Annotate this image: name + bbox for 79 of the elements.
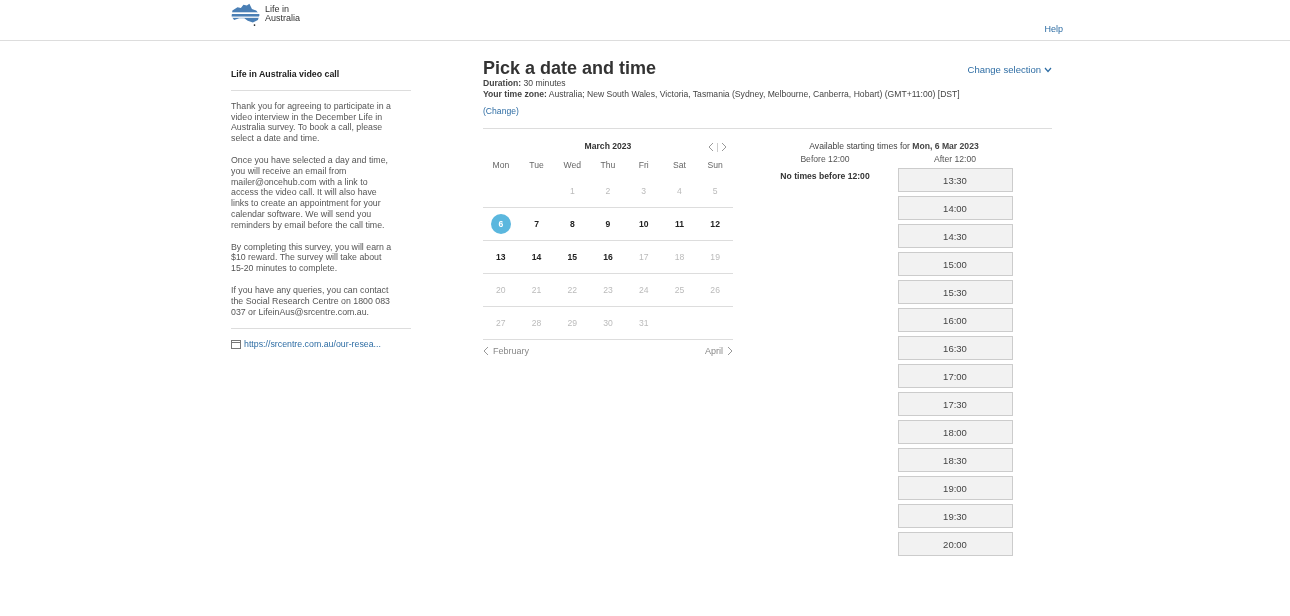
calendar-day: 23 [598, 280, 618, 300]
timezone-text: Your time zone: Australia; New South Wales, Victoria, Tasmania (Sydney, Melbourne, Canberra, Hobart) (GMT+11:00) [DST] [483, 89, 960, 100]
change-timezone-link[interactable]: (Change) [483, 106, 519, 116]
next-month-link[interactable]: April [705, 346, 733, 356]
sidebar-paragraph: If you have any queries, you can contact the Social Research Centre on 1800 083 037 or LifeinAus@srcentre.com.au. [231, 284, 391, 318]
chevron-down-icon [1044, 66, 1052, 73]
calendar-day[interactable]: 8 [562, 214, 583, 234]
times-heading: Available starting times for Mon, 6 Mar 2023 [808, 141, 980, 151]
calendar-day: 4 [669, 181, 690, 201]
calendar-day: 19 [705, 247, 726, 267]
time-slot-button[interactable]: 18:00 [897, 420, 1013, 444]
calendar-day: 2 [598, 181, 618, 201]
time-slot-button[interactable]: 15:30 [897, 280, 1013, 304]
calendar-day: 29 [562, 313, 583, 333]
calendar-day[interactable]: 14 [526, 247, 547, 267]
calendar-day: 22 [562, 280, 583, 300]
calendar-day: 26 [705, 280, 726, 300]
time-slot-button[interactable]: 16:30 [897, 336, 1013, 360]
time-slot-button[interactable]: 15:00 [897, 252, 1013, 276]
chevron-left-icon [483, 346, 489, 356]
previous-month-link[interactable]: February [483, 346, 529, 356]
calendar-day[interactable]: 16 [598, 247, 618, 267]
calendar-day[interactable]: 12 [705, 214, 726, 234]
sidebar-paragraph: Thank you for agreeing to participate in a video interview in the December Life in Australia survey. To book a call, please select a date and time. [231, 100, 392, 144]
website-link[interactable]: https://srcentre.com.au/our-resea... [244, 339, 381, 351]
calendar-day: 1 [562, 181, 583, 201]
calendar-day[interactable]: 13 [490, 247, 511, 267]
calendar-day: 25 [669, 280, 690, 300]
weekday-label: Sat [671, 160, 687, 170]
sidebar-title: Life in Australia video call [231, 69, 341, 80]
logo-text: Australia [265, 14, 300, 23]
calendar-day[interactable]: 9 [598, 214, 618, 234]
calendar-day: 27 [490, 313, 511, 333]
calendar-day: 28 [526, 313, 547, 333]
calendar-day: 30 [598, 313, 618, 333]
weekday-label: Wed [562, 160, 583, 170]
calendar-day: 21 [526, 280, 547, 300]
time-slot-button[interactable]: 20:00 [897, 532, 1013, 556]
sidebar-paragraph: Once you have selected a day and time, you will receive an email from mailer@oncehub.com with a link to access the video call. It will also have links to create an appointment for your calendar software. We will send you reminders by email before the call time. [231, 155, 389, 231]
weekday-label: Fri [637, 160, 650, 170]
previous-month-icon[interactable] [708, 142, 714, 152]
sidebar-paragraph: By completing this survey, you will earn a $10 reward. The survey will take about 15-20 minutes to complete. [231, 241, 393, 274]
chevron-right-icon [727, 346, 733, 356]
australia-map-logo-icon [229, 2, 263, 26]
time-slot-button[interactable]: 19:00 [897, 476, 1013, 500]
weekday-label: Tue [528, 160, 545, 170]
time-slot-button[interactable]: 18:30 [897, 448, 1013, 472]
calendar-day: 17 [633, 247, 654, 267]
month-title: March 2023 [584, 141, 632, 151]
duration-text: Duration: 30 minutes [483, 78, 567, 89]
column-label: After 12:00 [933, 154, 976, 164]
logo-text: Life in [265, 5, 291, 14]
calendar-day: 20 [490, 280, 511, 300]
time-slot-button[interactable]: 17:00 [897, 364, 1013, 388]
time-slot-button[interactable]: 13:30 [897, 168, 1013, 192]
weekday-label: Sun [706, 160, 724, 170]
weekday-label: Thu [599, 160, 617, 170]
calendar-day[interactable]: 15 [562, 247, 583, 267]
calendar-day: 3 [633, 181, 654, 201]
time-slot-button[interactable]: 14:30 [897, 224, 1013, 248]
help-link[interactable]: Help [1044, 24, 1063, 34]
time-slot-button[interactable]: 14:00 [897, 196, 1013, 220]
change-selection-link[interactable]: Change selection [967, 64, 1052, 75]
calendar-day[interactable]: 7 [526, 214, 547, 234]
time-slot-button[interactable]: 19:30 [897, 504, 1013, 528]
calendar-day: 18 [669, 247, 690, 267]
calendar-day[interactable]: 10 [633, 214, 654, 234]
no-times-message: No times before 12:00 [780, 171, 870, 181]
calendar-day: 24 [633, 280, 654, 300]
next-month-icon[interactable] [721, 142, 727, 152]
page-title: Pick a date and time [483, 58, 658, 78]
weekday-label: Mon [491, 160, 511, 170]
calendar-day: 5 [705, 181, 726, 201]
calendar-icon [231, 340, 241, 350]
calendar-day: 31 [633, 313, 654, 333]
calendar-day[interactable]: 11 [669, 214, 690, 234]
column-label: Before 12:00 [800, 154, 850, 164]
time-slot-button[interactable]: 17:30 [897, 392, 1013, 416]
time-slot-button[interactable]: 16:00 [897, 308, 1013, 332]
